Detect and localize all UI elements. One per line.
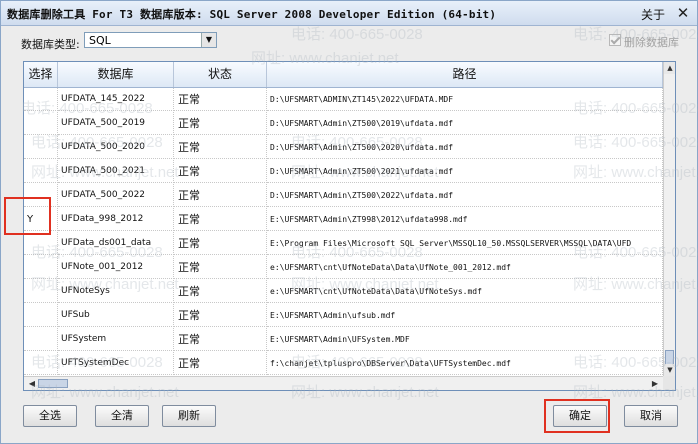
row-database-cell: UFDATA_500_2022 [58, 184, 174, 207]
row-database-cell: UFTSystemDec [58, 352, 174, 375]
chevron-down-icon[interactable]: ▼ [201, 33, 216, 47]
table-row[interactable]: UFDATA_500_2020 正常 D:\UFSMART\Admin\ZT500\… [24, 136, 663, 159]
row-database-cell: UFDATA_145_2022 [58, 88, 174, 111]
row-database-cell: UFNoteSys [58, 280, 174, 303]
db-type-label: 数据库类型: [21, 38, 80, 51]
table-row[interactable]: UFDATA_500_2019 正常 D:\UFSMART\Admin\ZT500\… [24, 112, 663, 135]
clear-all-button[interactable]: 全清 [95, 405, 149, 427]
row-select-cell[interactable] [24, 160, 58, 183]
delete-db-checkbox[interactable] [609, 34, 621, 46]
vertical-scrollbar[interactable]: ▲ ▼ [663, 62, 675, 376]
table-row[interactable]: UFDATA_500_2022 正常 D:\UFSMART\Admin\ZT500\… [24, 184, 663, 207]
table-row[interactable]: UFDATA_145_2022 正常 D:\UFSMART\ADMIN\ZT145\… [24, 88, 663, 111]
row-select-cell[interactable] [24, 256, 58, 279]
scroll-right-icon[interactable]: ▶ [649, 377, 661, 390]
ok-button[interactable]: 确定 [553, 405, 607, 427]
cancel-button[interactable]: 取消 [624, 405, 678, 427]
table-row[interactable]: UFSystem 正常 E:\UFSMART\Admin\UFSystem.MDF [24, 328, 663, 351]
row-status-cell: 正常 [174, 232, 267, 255]
table-row[interactable]: Y UFData_998_2012 正常 E:\UFSMART\Admin\ZT998… [24, 208, 663, 231]
table-row[interactable]: UFNoteSys 正常 e:\UFSMART\cnt\UfNoteData\Dat… [24, 280, 663, 303]
scroll-left-icon[interactable]: ◀ [26, 377, 38, 390]
row-select-cell[interactable] [24, 304, 58, 327]
row-status-cell: 正常 [174, 256, 267, 279]
row-select-cell[interactable] [24, 112, 58, 135]
window-title: 数据库删除工具 For T3 数据库版本: SQL Server 2008 De… [7, 8, 497, 21]
column-header-status[interactable]: 状态 [174, 62, 267, 87]
row-status-cell: 正常 [174, 112, 267, 135]
about-button[interactable]: 关于 [641, 6, 665, 23]
column-header-database[interactable]: 数据库 [58, 62, 174, 87]
row-path-cell: E:\UFSMART\Admin\ZT998\2012\ufdata998.md… [267, 208, 663, 231]
row-database-cell: UFData_ds001_data [58, 232, 174, 255]
db-type-value: SQL [89, 34, 111, 47]
row-status-cell: 正常 [174, 184, 267, 207]
title-bar: 数据库删除工具 For T3 数据库版本: SQL Server 2008 De… [1, 1, 697, 26]
row-select-cell[interactable]: Y [24, 208, 58, 231]
row-database-cell: UFDATA_500_2020 [58, 136, 174, 159]
row-database-cell: UFDATA_500_2021 [58, 160, 174, 183]
row-path-cell: e:\UFSMART\cnt\UfNoteData\Data\UfNoteSys… [267, 280, 663, 303]
row-status-cell: 正常 [174, 136, 267, 159]
close-icon[interactable]: ✕ [674, 4, 692, 22]
row-status-cell: 正常 [174, 328, 267, 351]
row-select-cell[interactable] [24, 328, 58, 351]
row-select-cell[interactable] [24, 232, 58, 255]
row-status-cell: 正常 [174, 304, 267, 327]
row-select-cell[interactable] [24, 280, 58, 303]
row-path-cell: D:\UFSMART\Admin\ZT500\2019\ufdata.mdf [267, 112, 663, 135]
row-path-cell: D:\UFSMART\Admin\ZT500\2020\ufdata.mdf [267, 136, 663, 159]
row-status-cell: 正常 [174, 160, 267, 183]
watermark: 电话: 400-665-0028 [291, 26, 423, 43]
row-select-cell[interactable] [24, 184, 58, 207]
delete-db-label: 删除数据库 [624, 36, 679, 49]
row-path-cell: f:\chanjet\tpluspro\DBServer\Data\UFTSys… [267, 352, 663, 375]
row-path-cell: D:\UFSMART\ADMIN\ZT145\2022\UFDATA.MDF [267, 88, 663, 111]
row-path-cell: E:\UFSMART\Admin\ufsub.mdf [267, 304, 663, 327]
row-select-cell[interactable] [24, 352, 58, 375]
horizontal-scrollbar[interactable]: ◀ ▶ [24, 376, 663, 390]
row-path-cell: E:\UFSMART\Admin\UFSystem.MDF [267, 328, 663, 351]
column-header-select[interactable]: 选择 [24, 62, 58, 87]
table-row[interactable]: UFData_ds001_data 正常 E:\Program Files\Micr… [24, 232, 663, 255]
row-path-cell: D:\UFSMART\Admin\ZT500\2021\ufdata.mdf [267, 160, 663, 183]
column-header-path[interactable]: 路径 [267, 62, 663, 87]
scroll-down-icon[interactable]: ▼ [664, 364, 675, 376]
row-database-cell: UFSub [58, 304, 174, 327]
select-all-button[interactable]: 全选 [23, 405, 77, 427]
table-row[interactable]: UFTSystemDec 正常 f:\chanjet\tpluspro\DBServ… [24, 352, 663, 375]
row-status-cell: 正常 [174, 352, 267, 375]
db-type-select[interactable]: SQL ▼ [84, 32, 217, 48]
row-path-cell: D:\UFSMART\Admin\ZT500\2022\ufdata.mdf [267, 184, 663, 207]
refresh-button[interactable]: 刷新 [162, 405, 216, 427]
row-database-cell: UFSystem [58, 328, 174, 351]
horizontal-scroll-thumb[interactable] [38, 379, 68, 388]
scroll-corner [663, 376, 675, 390]
row-database-cell: UFDATA_500_2019 [58, 112, 174, 135]
row-database-cell: UFNote_001_2012 [58, 256, 174, 279]
scroll-up-icon[interactable]: ▲ [664, 62, 675, 74]
row-status-cell: 正常 [174, 88, 267, 111]
row-select-cell[interactable] [24, 136, 58, 159]
row-status-cell: 正常 [174, 280, 267, 303]
table-row[interactable]: UFDATA_500_2021 正常 D:\UFSMART\Admin\ZT500\… [24, 160, 663, 183]
app-window: 数据库删除工具 For T3 数据库版本: SQL Server 2008 De… [0, 0, 698, 444]
grid-header: 选择 数据库 状态 路径 [24, 62, 663, 88]
row-select-cell[interactable] [24, 88, 58, 111]
table-row[interactable]: UFSub 正常 E:\UFSMART\Admin\ufsub.mdf [24, 304, 663, 327]
table-row[interactable]: UFNote_001_2012 正常 e:\UFSMART\cnt\UfNoteDa… [24, 256, 663, 279]
row-database-cell: UFData_998_2012 [58, 208, 174, 231]
row-path-cell: E:\Program Files\Microsoft SQL Server\MS… [267, 232, 663, 255]
database-grid: 选择 数据库 状态 路径 UFDATA_145_2022 正常 D:\UFSMART… [23, 61, 676, 391]
row-status-cell: 正常 [174, 208, 267, 231]
row-path-cell: e:\UFSMART\cnt\UfNoteData\Data\UfNote_00… [267, 256, 663, 279]
